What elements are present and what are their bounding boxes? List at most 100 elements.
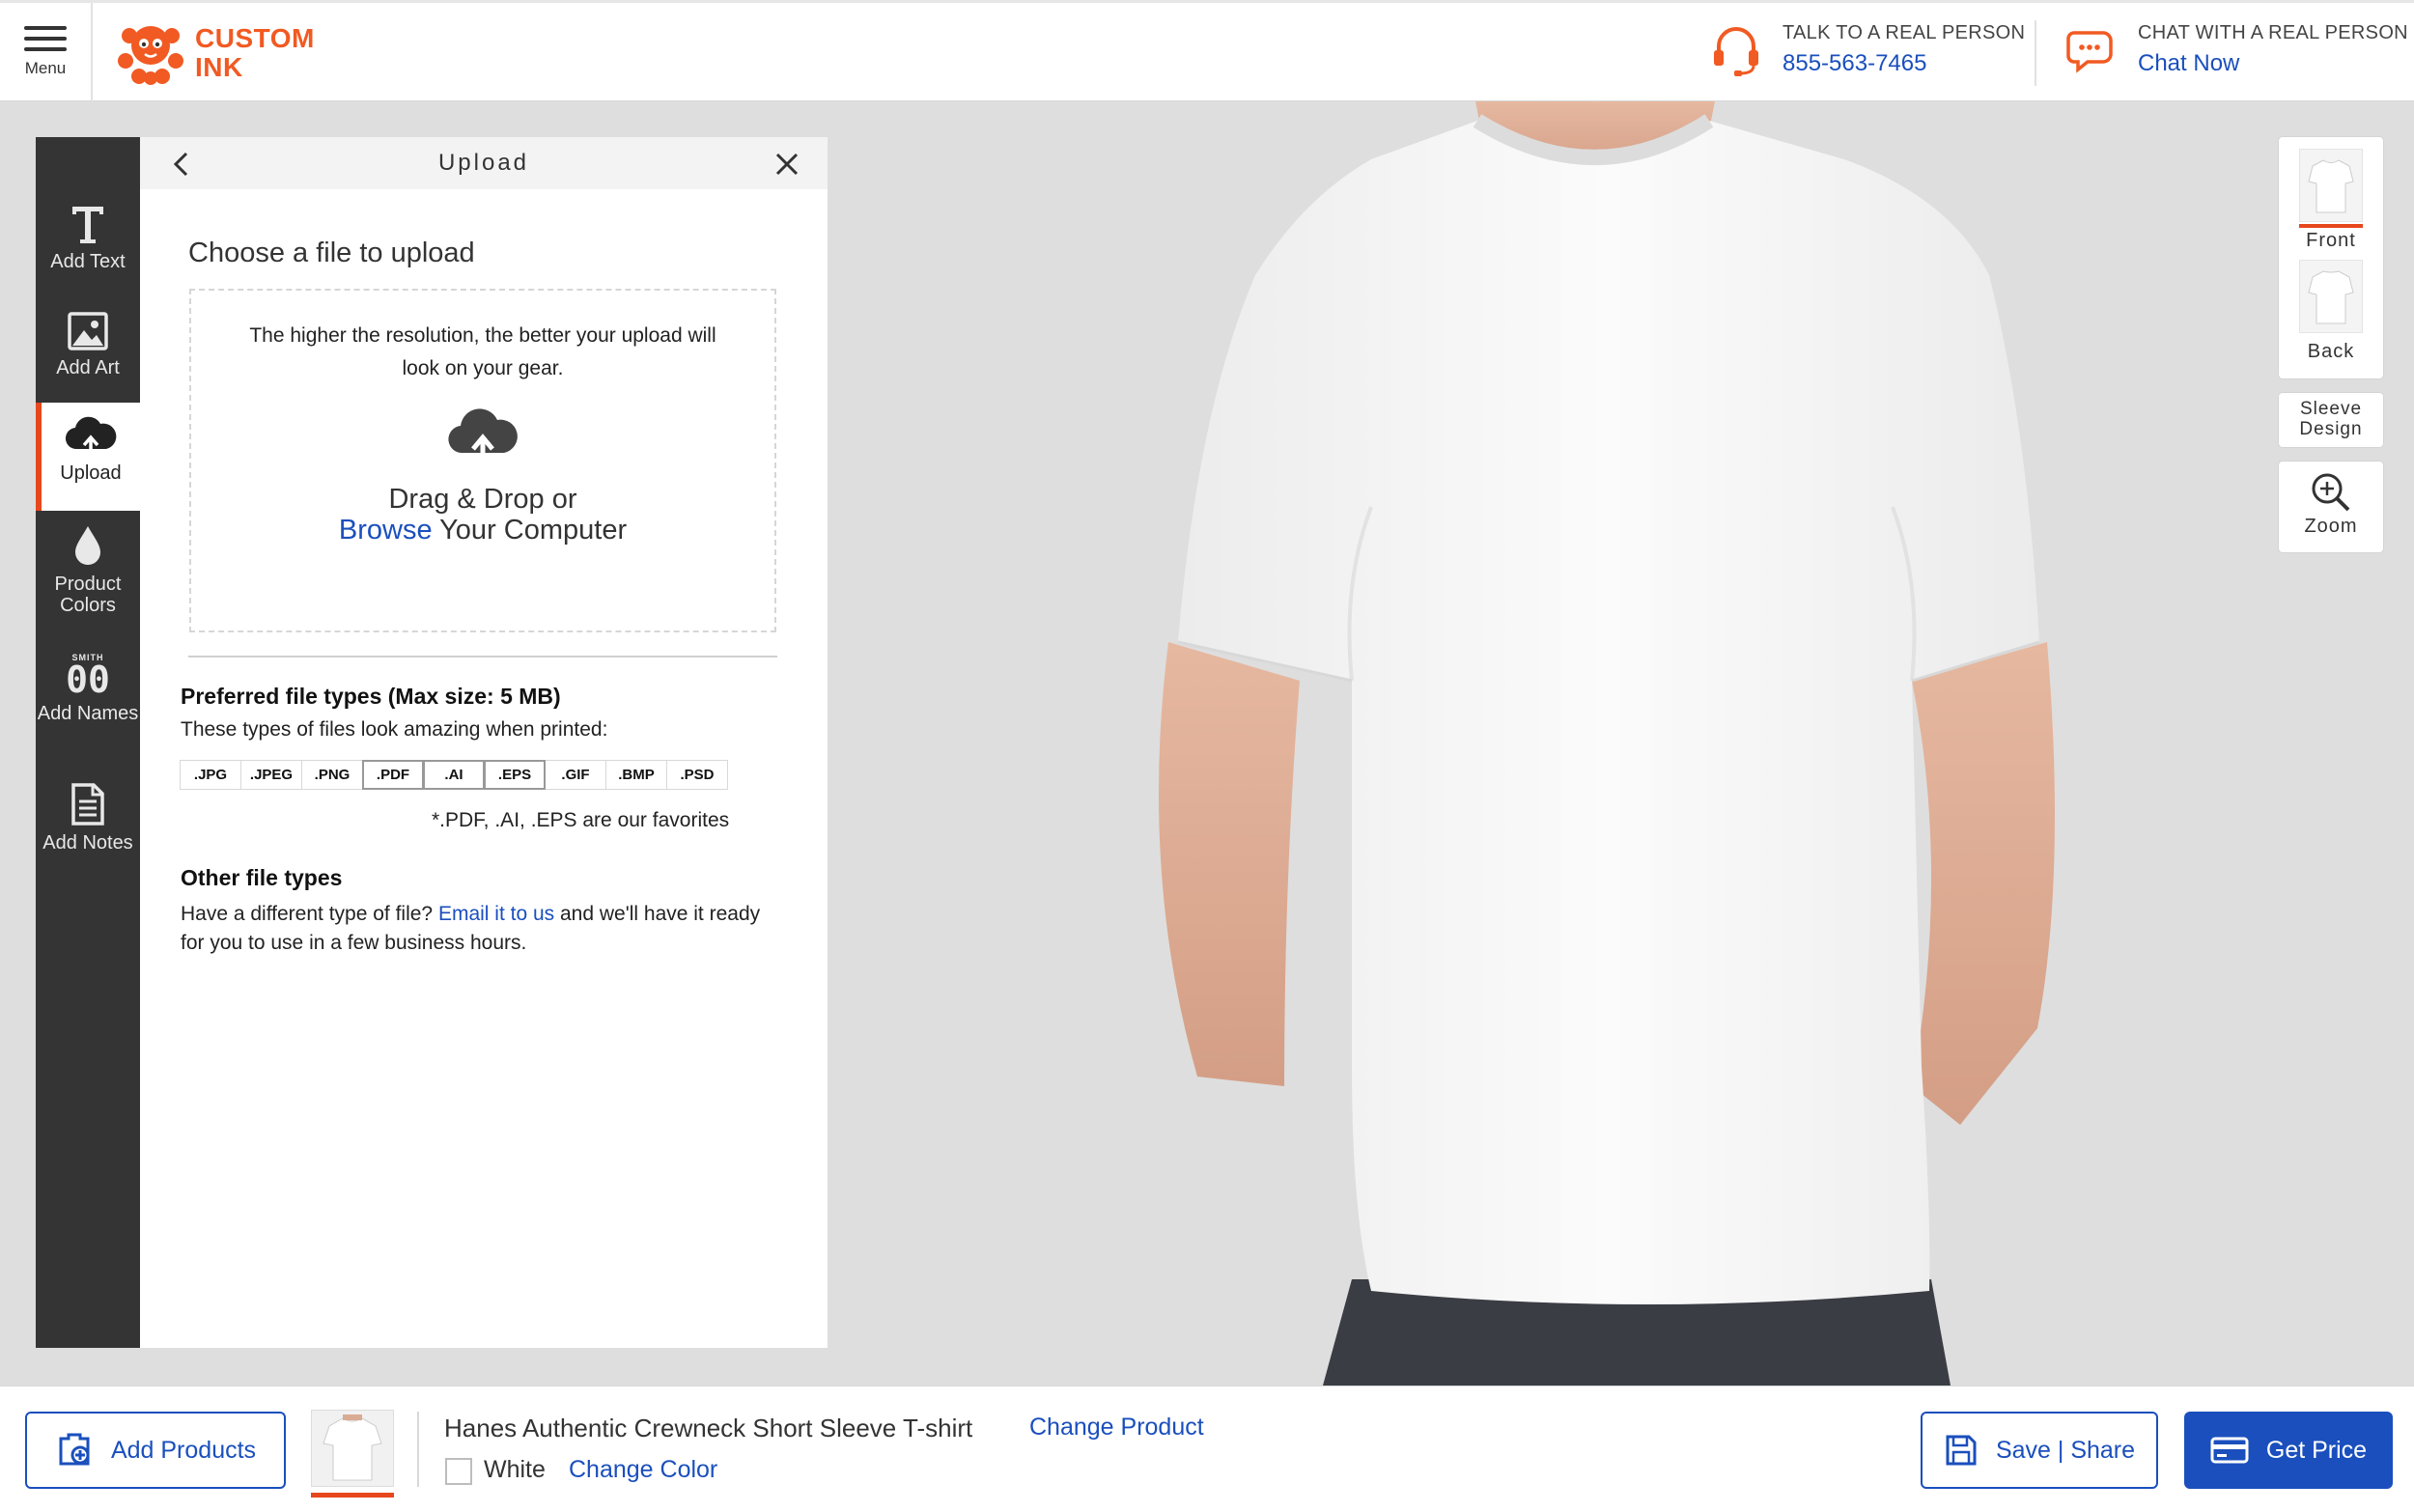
browse-link[interactable]: Browse	[339, 515, 433, 546]
view-label: Zoom	[2304, 516, 2358, 537]
logo-wordmark: CUSTOM INK	[195, 24, 315, 82]
phone-caption: TALK TO A REAL PERSON	[1782, 22, 2026, 43]
change-color-link[interactable]: Change Color	[569, 1456, 717, 1484]
tshirt-back-icon	[2308, 270, 2354, 324]
close-icon[interactable]	[773, 151, 800, 178]
chat-contact: CHAT WITH A REAL PERSON Chat Now	[2066, 22, 2408, 77]
zoom-button[interactable]: Zoom	[2279, 462, 2383, 552]
save-share-label: Save | Share	[1995, 1436, 2136, 1464]
active-view-indicator	[2299, 224, 2363, 228]
bottom-bar: Add Products Hanes Authentic Crewneck Sh…	[0, 1386, 2414, 1512]
chat-bubble-icon	[2066, 30, 2113, 73]
panel-header: Upload	[140, 137, 828, 189]
tool-label: Product Colors	[54, 574, 122, 616]
tool-label: Upload	[60, 462, 122, 484]
file-type-chip: .BMP	[605, 760, 667, 790]
zoom-in-icon	[2312, 473, 2350, 512]
octopus-logo-icon	[118, 26, 183, 85]
choose-file-heading: Choose a file to upload	[188, 238, 475, 268]
browse-line: Browse Your Computer	[191, 515, 774, 546]
get-price-button[interactable]: Get Price	[2184, 1412, 2393, 1489]
upload-panel: Upload Choose a file to upload The highe…	[140, 137, 828, 1348]
tool-add-text[interactable]: Add Text	[36, 203, 140, 272]
add-products-button[interactable]: Add Products	[25, 1412, 286, 1489]
other-text-before: Have a different type of file?	[181, 903, 438, 925]
preferred-types-title: Preferred file types (Max size: 5 MB)	[181, 684, 561, 709]
file-type-chip: .AI	[423, 760, 485, 790]
zoom-item: Zoom	[2279, 462, 2383, 538]
logo-line-2: INK	[195, 52, 243, 82]
file-type-chip: .GIF	[545, 760, 606, 790]
change-product-link[interactable]: Change Product	[1029, 1414, 1204, 1442]
save-share-button[interactable]: Save | Share	[1921, 1412, 2158, 1489]
phone-contact: TALK TO A REAL PERSON 855-563-7465	[1711, 22, 2025, 77]
image-icon	[68, 312, 108, 350]
email-it-link[interactable]: Email it to us	[438, 903, 554, 925]
front-thumbnail	[2299, 149, 2363, 222]
file-type-chip: .PDF	[362, 760, 424, 790]
tshirt-front-icon	[2308, 159, 2354, 213]
preferred-types-subtitle: These types of files look amazing when p…	[181, 718, 608, 741]
design-toolbar: Add Text Add Art Upload Product Colors S…	[36, 137, 140, 1348]
tshirt-icon	[323, 1414, 382, 1481]
view-label: Front	[2306, 230, 2356, 251]
favorites-note: *.PDF, .AI, .EPS are our favorites	[432, 809, 730, 831]
tool-add-notes[interactable]: Add Notes	[36, 782, 140, 854]
color-swatch[interactable]	[445, 1458, 472, 1485]
tool-label: Add Text	[50, 251, 126, 272]
other-types-title: Other file types	[181, 865, 343, 890]
menu-button[interactable]: Menu	[0, 3, 93, 101]
tool-add-names[interactable]: SMITH 00 Add Names	[36, 653, 140, 724]
product-preview-tshirt	[1159, 101, 2055, 1386]
panel-title: Upload	[437, 150, 530, 176]
notes-icon	[71, 783, 104, 826]
view-sleeve-design[interactable]: Sleeve Design	[2279, 393, 2383, 447]
headset-icon	[1714, 26, 1758, 76]
panel-divider	[188, 656, 777, 658]
chat-now-link[interactable]: Chat Now	[2138, 50, 2408, 77]
tool-add-art[interactable]: Add Art	[36, 311, 140, 378]
logo-line-1: CUSTOM	[195, 23, 315, 53]
tool-label: Add Art	[56, 357, 120, 378]
save-icon	[1946, 1435, 1977, 1466]
phone-number-link[interactable]: 855-563-7465	[1782, 50, 2025, 77]
product-name: Hanes Authentic Crewneck Short Sleeve T-…	[444, 1414, 973, 1442]
droplet-icon	[75, 526, 100, 565]
selected-product-indicator	[311, 1493, 394, 1498]
view-label: Sleeve Design	[2299, 399, 2363, 439]
resolution-note: The higher the resolution, the better yo…	[249, 324, 716, 379]
text-icon	[72, 207, 103, 243]
cloud-upload-icon	[65, 416, 117, 455]
tool-upload[interactable]: Upload	[36, 403, 140, 511]
menu-label: Menu	[24, 59, 67, 77]
file-type-chip: .EPS	[484, 760, 546, 790]
upload-dropzone[interactable]: The higher the resolution, the better yo…	[189, 289, 776, 632]
file-type-chip: .PSD	[666, 760, 728, 790]
tool-product-colors[interactable]: Product Colors	[36, 523, 140, 616]
get-price-label: Get Price	[2265, 1436, 2368, 1464]
file-type-chip: .JPEG	[240, 760, 302, 790]
color-name: White	[484, 1456, 546, 1483]
view-selector: Front Back	[2279, 137, 2383, 378]
hamburger-icon	[24, 26, 67, 51]
view-front[interactable]: Front	[2279, 137, 2383, 252]
bottom-divider	[417, 1412, 419, 1487]
custom-ink-logo[interactable]: CUSTOM INK	[116, 16, 315, 90]
file-type-chip: .PNG	[301, 760, 363, 790]
jersey-number-icon: SMITH 00	[66, 653, 110, 701]
file-type-list: .JPG .JPEG .PNG .PDF .AI .EPS .GIF .BMP .PSD	[180, 760, 728, 790]
cloud-upload-icon	[448, 408, 518, 464]
file-type-chip: .JPG	[180, 760, 241, 790]
other-types-text: Have a different type of file? Email it …	[181, 900, 789, 958]
chat-caption: CHAT WITH A REAL PERSON	[2138, 22, 2408, 43]
site-header: Menu CUSTOM INK TALK TO A REAL PERSON 85…	[0, 0, 2414, 101]
product-thumbnail[interactable]	[311, 1410, 394, 1487]
credit-card-icon	[2210, 1437, 2249, 1464]
view-back[interactable]: Back	[2279, 252, 2383, 363]
view-label: Back	[2307, 341, 2355, 362]
tool-label: Add Notes	[42, 832, 133, 854]
drag-drop-label: Drag & Drop or	[388, 484, 577, 515]
names-icon-digits: 00	[66, 658, 110, 701]
back-thumbnail	[2299, 260, 2363, 333]
browse-suffix: Your Computer	[432, 515, 628, 546]
